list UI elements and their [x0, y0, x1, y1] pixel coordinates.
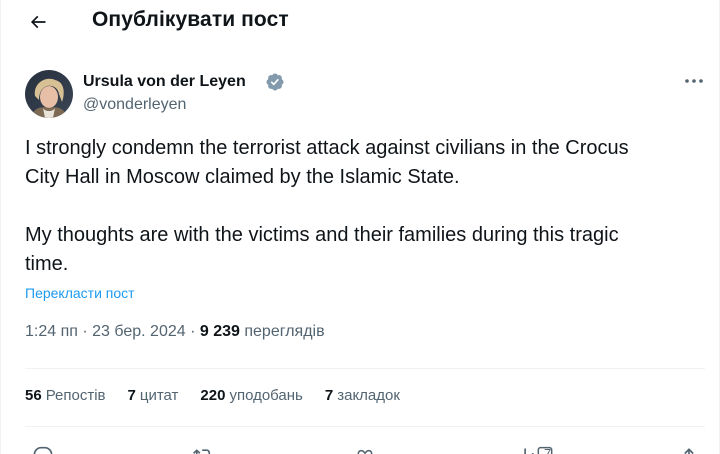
engagement-stats: 56 Репостів 7 цитат 220 уподобань 7 закладок [25, 385, 422, 407]
post-text: I strongly condemn the terrorist attack … [25, 134, 705, 279]
author-name[interactable]: Ursula von der Leyen [83, 72, 246, 92]
views-label: переглядів [244, 323, 325, 340]
post-metadata: 1:24 пп · 23 бер. 2024 · 9 239 перегляді… [25, 321, 325, 343]
reposts-stat[interactable]: 56 Репостів [25, 385, 106, 407]
back-button[interactable] [22, 6, 54, 38]
more-icon [685, 79, 703, 83]
author-handle[interactable]: @vonderleyen [83, 95, 186, 115]
post-paragraph: My thoughts are with the victims and the… [25, 224, 619, 275]
column-left-border [0, 0, 1, 454]
views-count: 9 239 [199, 323, 240, 340]
divider [25, 368, 705, 369]
divider [25, 426, 705, 427]
likes-stat[interactable]: 220 уподобань [200, 385, 302, 407]
verified-badge-icon [265, 72, 285, 92]
avatar[interactable] [25, 70, 73, 118]
post-timestamp[interactable]: 1:24 пп · 23 бер. 2024 · [25, 323, 200, 340]
page-title: Опублікувати пост [92, 8, 289, 31]
bookmark-count: 7 [544, 446, 552, 454]
like-icon[interactable] [352, 446, 378, 454]
share-icon[interactable] [676, 446, 702, 454]
page-header: Опублікувати пост [0, 0, 720, 44]
author-photo [25, 70, 73, 118]
reply-icon[interactable] [30, 446, 56, 454]
bookmarks-stat[interactable]: 7 закладок [325, 385, 400, 407]
post-paragraph: I strongly condemn the terrorist attack … [25, 137, 629, 188]
repost-icon[interactable] [190, 446, 216, 454]
more-options-button[interactable] [680, 70, 708, 92]
arrow-left-icon [30, 15, 46, 29]
quotes-stat[interactable]: 7 цитат [128, 385, 179, 407]
translate-post-link[interactable]: Перекласти пост [25, 284, 135, 302]
